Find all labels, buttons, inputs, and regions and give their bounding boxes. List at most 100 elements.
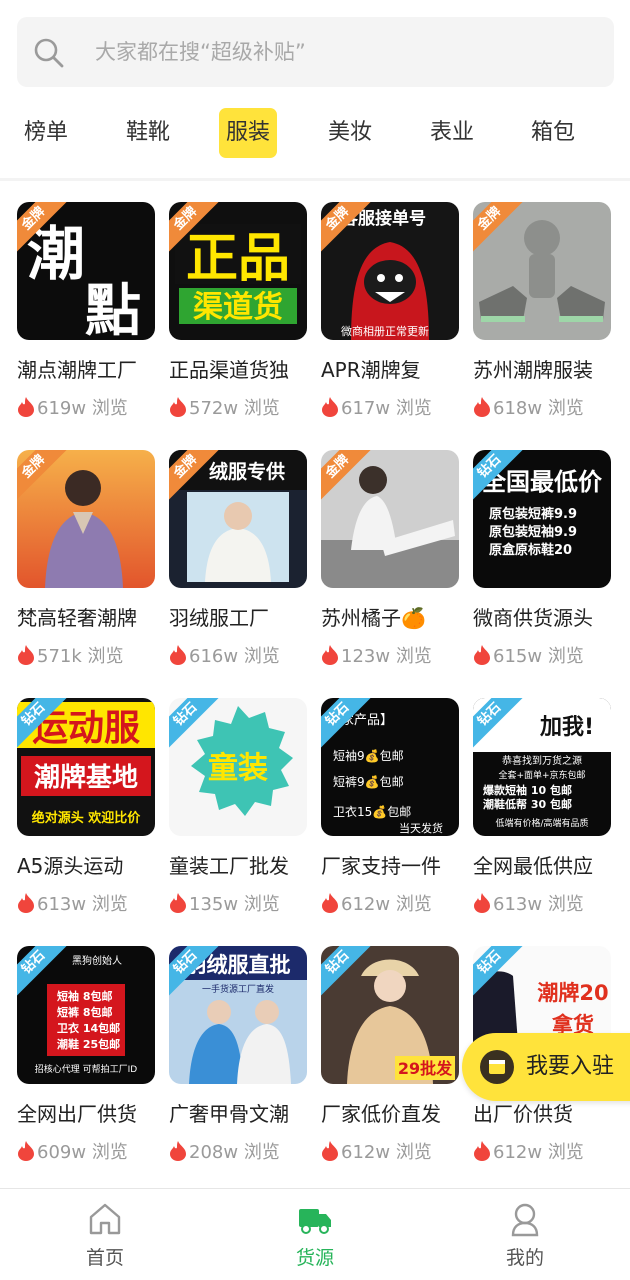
shop-name: 羽绒服工厂 (169, 606, 269, 630)
thumb-text: 绒服专供 (209, 460, 285, 483)
shop-thumbnail: 绒服专供 金牌 (169, 450, 307, 588)
shop-name: 全网最低供应 (473, 854, 593, 878)
thumb-text: 短袖 8包邮 (57, 989, 112, 1003)
search-icon (34, 38, 64, 68)
thumb-text: 一手货源工厂直发 (202, 983, 274, 995)
shop-name: A5源头运动 (17, 854, 124, 878)
thumb-text: 童装 (208, 751, 268, 786)
tab-cosmetics[interactable]: 美妆 (328, 108, 372, 158)
nav-home[interactable]: 首页 (45, 1189, 165, 1280)
thumb-text: 原盒原标鞋20 (489, 542, 572, 558)
view-count: 616w 浏览 (169, 642, 280, 668)
flame-icon (474, 645, 490, 665)
flame-icon (18, 397, 34, 417)
tab-shoes[interactable]: 鞋靴 (126, 108, 170, 158)
thumb-text: 渠道货 (193, 290, 283, 325)
tab-bags[interactable]: 箱包 (531, 108, 575, 158)
shop-thumbnail: 羽绒服直批 一手货源工厂直发 钻石 (169, 946, 307, 1084)
tab-rankings[interactable]: 榜单 (24, 108, 68, 158)
thumb-text: 正品 (186, 229, 290, 289)
flame-icon (322, 645, 338, 665)
view-count: 612w 浏览 (321, 1138, 432, 1164)
view-count: 135w 浏览 (169, 890, 280, 916)
flame-icon (170, 1141, 186, 1161)
shop-thumbnail: 运动服 潮牌基地 绝对源头 欢迎比价 钻石 (17, 698, 155, 836)
thumb-text: 潮鞋 25包邮 (57, 1037, 120, 1051)
thumb-text: 当天发货 (399, 821, 443, 835)
thumb-text: 卫衣15💰包邮 (333, 804, 411, 819)
nav-source[interactable]: 货源 (255, 1189, 375, 1280)
flame-icon (18, 1141, 34, 1161)
shop-name: 厂家支持一件 (321, 854, 441, 878)
view-count: 613w 浏览 (17, 890, 128, 916)
shop-thumbnail: 家产品】 短袖9💰包邮 短裤9💰包邮 卫衣15💰包邮 当天发货 钻石 (321, 698, 459, 836)
shop-thumbnail: 金牌 (17, 450, 155, 588)
flame-icon (474, 1141, 490, 1161)
nav-label: 首页 (85, 1247, 124, 1269)
thumb-text: 29批发 (398, 1059, 453, 1078)
view-count: 612w 浏览 (473, 1138, 584, 1164)
shop-thumbnail: 潮 點 金牌 (17, 202, 155, 340)
truck-icon (299, 1209, 331, 1234)
shop-name: 苏州橘子🍊 (321, 606, 426, 630)
thumb-text: 加我! (539, 715, 594, 740)
thumb-text: 原包装短袖9.9 (489, 524, 577, 540)
nav-mine[interactable]: 我的 (465, 1189, 585, 1280)
shop-thumbnail: 加我! 恭喜找到万货之源 全套+面单+京东包邮 爆款短袖 10 包邮 潮鞋低帮 … (473, 698, 611, 836)
search-input[interactable]: 大家都在搜“超级补贴” (17, 17, 614, 87)
flame-icon (18, 645, 34, 665)
shop-thumbnail: 正品 渠道货 金牌 (169, 202, 307, 340)
shop-name: 童装工厂批发 (169, 854, 289, 878)
flame-icon (322, 397, 338, 417)
shop-name: 微商供货源头 (473, 606, 593, 630)
thumb-text: 恭喜找到万货之源 (502, 754, 582, 767)
view-count: 619w 浏览 (17, 394, 128, 420)
thumb-text: 潮牌20 (537, 981, 608, 1005)
tab-watches[interactable]: 表业 (430, 108, 474, 158)
thumb-text: 短裤9💰包邮 (333, 775, 404, 789)
flame-icon (170, 645, 186, 665)
thumb-text: 全套+面单+京东包邮 (498, 769, 585, 781)
view-count: 613w 浏览 (473, 890, 584, 916)
flame-icon (322, 1141, 338, 1161)
store-icon (480, 1050, 514, 1084)
shop-thumbnail: 金牌 (321, 450, 459, 588)
thumb-text: 招核心代理 可帮拍工厂ID (35, 1063, 138, 1075)
category-tabs: 榜单 鞋靴 服装 美妆 表业 箱包 (0, 100, 630, 178)
view-count: 612w 浏览 (321, 890, 432, 916)
thumb-text: 黑狗创始人 (72, 954, 122, 967)
shop-thumbnail: 全国最低价 原包装短裤9.9 原包装短袖9.9 原盒原标鞋20 钻石 (473, 450, 611, 588)
thumb-text: 原包装短裤9.9 (489, 506, 577, 522)
view-count: 571k 浏览 (17, 642, 124, 668)
shop-name: APR潮牌复 (321, 358, 421, 382)
join-button[interactable]: 我要入驻 (462, 1033, 630, 1101)
view-count: 609w 浏览 (17, 1138, 128, 1164)
shop-thumbnail: 金牌 (473, 202, 611, 340)
thumb-text: 短袖9💰包邮 (333, 748, 404, 763)
shop-thumbnail: 童装 钻石 (169, 698, 307, 836)
home-icon (89, 1203, 121, 1235)
search-placeholder: 大家都在搜“超级补贴” (95, 40, 306, 64)
shop-name: 全网出厂供货 (17, 1102, 137, 1126)
shop-name: 广奢甲骨文潮 (169, 1102, 289, 1126)
shop-name: 梵高轻奢潮牌 (17, 606, 137, 630)
thumb-text: 绝对源头 欢迎比价 (32, 810, 142, 826)
view-count: 618w 浏览 (473, 394, 584, 420)
bottom-nav: 首页 货源 我的 (0, 1188, 630, 1280)
flame-icon (322, 893, 338, 913)
nav-label: 我的 (505, 1247, 544, 1269)
shop-thumbnail: 29批发 钻石 (321, 946, 459, 1084)
shop-name: 苏州潮牌服装 (473, 358, 593, 382)
thumb-text: 潮牌基地 (34, 762, 138, 793)
shop-name: 潮点潮牌工厂 (17, 358, 137, 382)
thumb-text: 爆款短袖 10 包邮 (483, 783, 572, 797)
flame-icon (18, 893, 34, 913)
flame-icon (170, 397, 186, 417)
thumb-text: 潮鞋低帮 30 包邮 (483, 797, 572, 811)
flame-icon (474, 397, 490, 417)
view-count: 617w 浏览 (321, 394, 432, 420)
shop-name: 厂家低价直发 (321, 1102, 441, 1126)
shop-thumbnail: 黑狗创始人 短袖 8包邮 短裤 8包邮 卫衣 14包邮 潮鞋 25包邮 招核心代… (17, 946, 155, 1084)
thumb-text: 點 (85, 278, 141, 340)
tab-clothing[interactable]: 服装 (219, 108, 278, 158)
